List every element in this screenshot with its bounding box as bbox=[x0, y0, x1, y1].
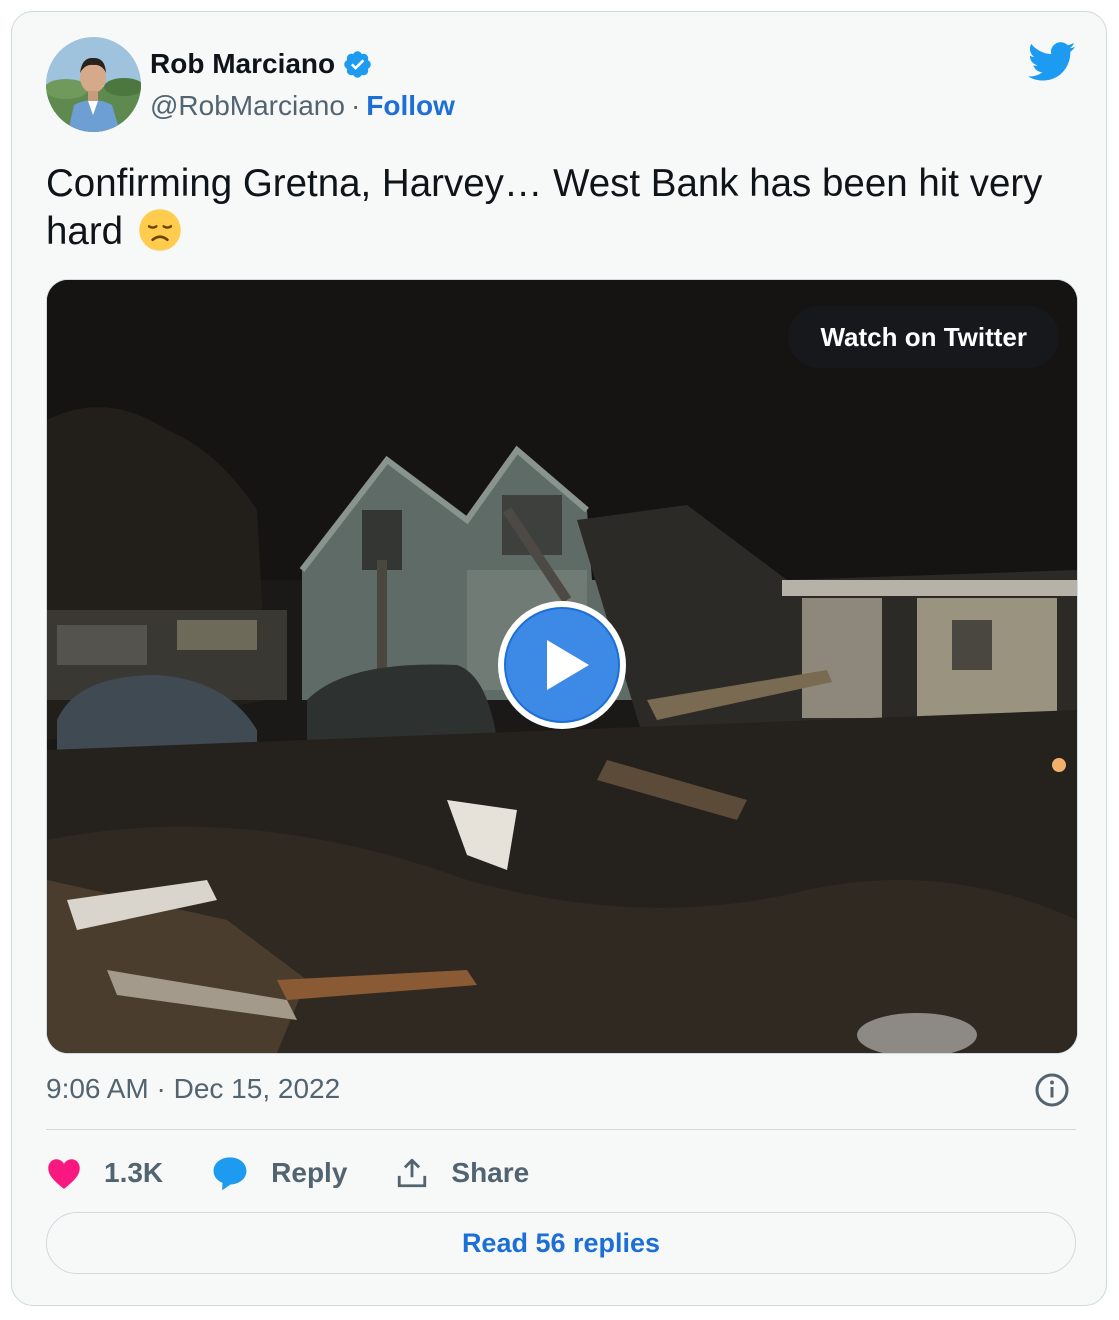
tweet-actions: 1.3K Reply Share bbox=[46, 1149, 577, 1197]
author-handle[interactable]: @RobMarciano bbox=[150, 90, 345, 122]
tweet-timestamp[interactable]: 9:06 AM · Dec 15, 2022 bbox=[46, 1073, 340, 1105]
twitter-bird-icon[interactable] bbox=[1028, 42, 1076, 82]
avatar-image bbox=[46, 37, 141, 132]
like-button[interactable]: 1.3K bbox=[46, 1156, 163, 1190]
heart-icon bbox=[48, 1159, 80, 1189]
divider bbox=[46, 1129, 1076, 1130]
like-count: 1.3K bbox=[104, 1157, 164, 1188]
play-button-icon[interactable] bbox=[495, 598, 629, 732]
separator-dot: · bbox=[350, 90, 361, 121]
tweet-text-content: Confirming Gretna, Harvey… West Bank has… bbox=[46, 162, 1043, 253]
tweet-text: Confirming Gretna, Harvey… West Bank has… bbox=[46, 160, 1076, 256]
read-replies-button[interactable]: Read 56 replies bbox=[46, 1212, 1076, 1274]
disappointed-face-icon bbox=[138, 209, 181, 251]
tweet-embed-card: Rob Marciano @RobMarciano · Follow Confi… bbox=[11, 11, 1107, 1306]
author-name[interactable]: Rob Marciano bbox=[150, 48, 335, 80]
share-button[interactable]: Share bbox=[395, 1156, 529, 1190]
video-player[interactable]: Watch on Twitter bbox=[46, 279, 1078, 1054]
share-label: Share bbox=[451, 1157, 530, 1188]
verified-badge-icon bbox=[344, 50, 371, 78]
watch-on-twitter-button[interactable]: Watch on Twitter bbox=[788, 306, 1059, 368]
reply-label: Reply bbox=[271, 1157, 348, 1188]
info-icon[interactable] bbox=[1034, 1072, 1070, 1108]
reply-button[interactable]: Reply bbox=[211, 1155, 347, 1191]
follow-link[interactable]: Follow bbox=[366, 90, 455, 122]
reply-bubble-icon bbox=[213, 1157, 247, 1191]
author-avatar[interactable] bbox=[46, 37, 141, 132]
share-upload-icon bbox=[398, 1158, 427, 1188]
